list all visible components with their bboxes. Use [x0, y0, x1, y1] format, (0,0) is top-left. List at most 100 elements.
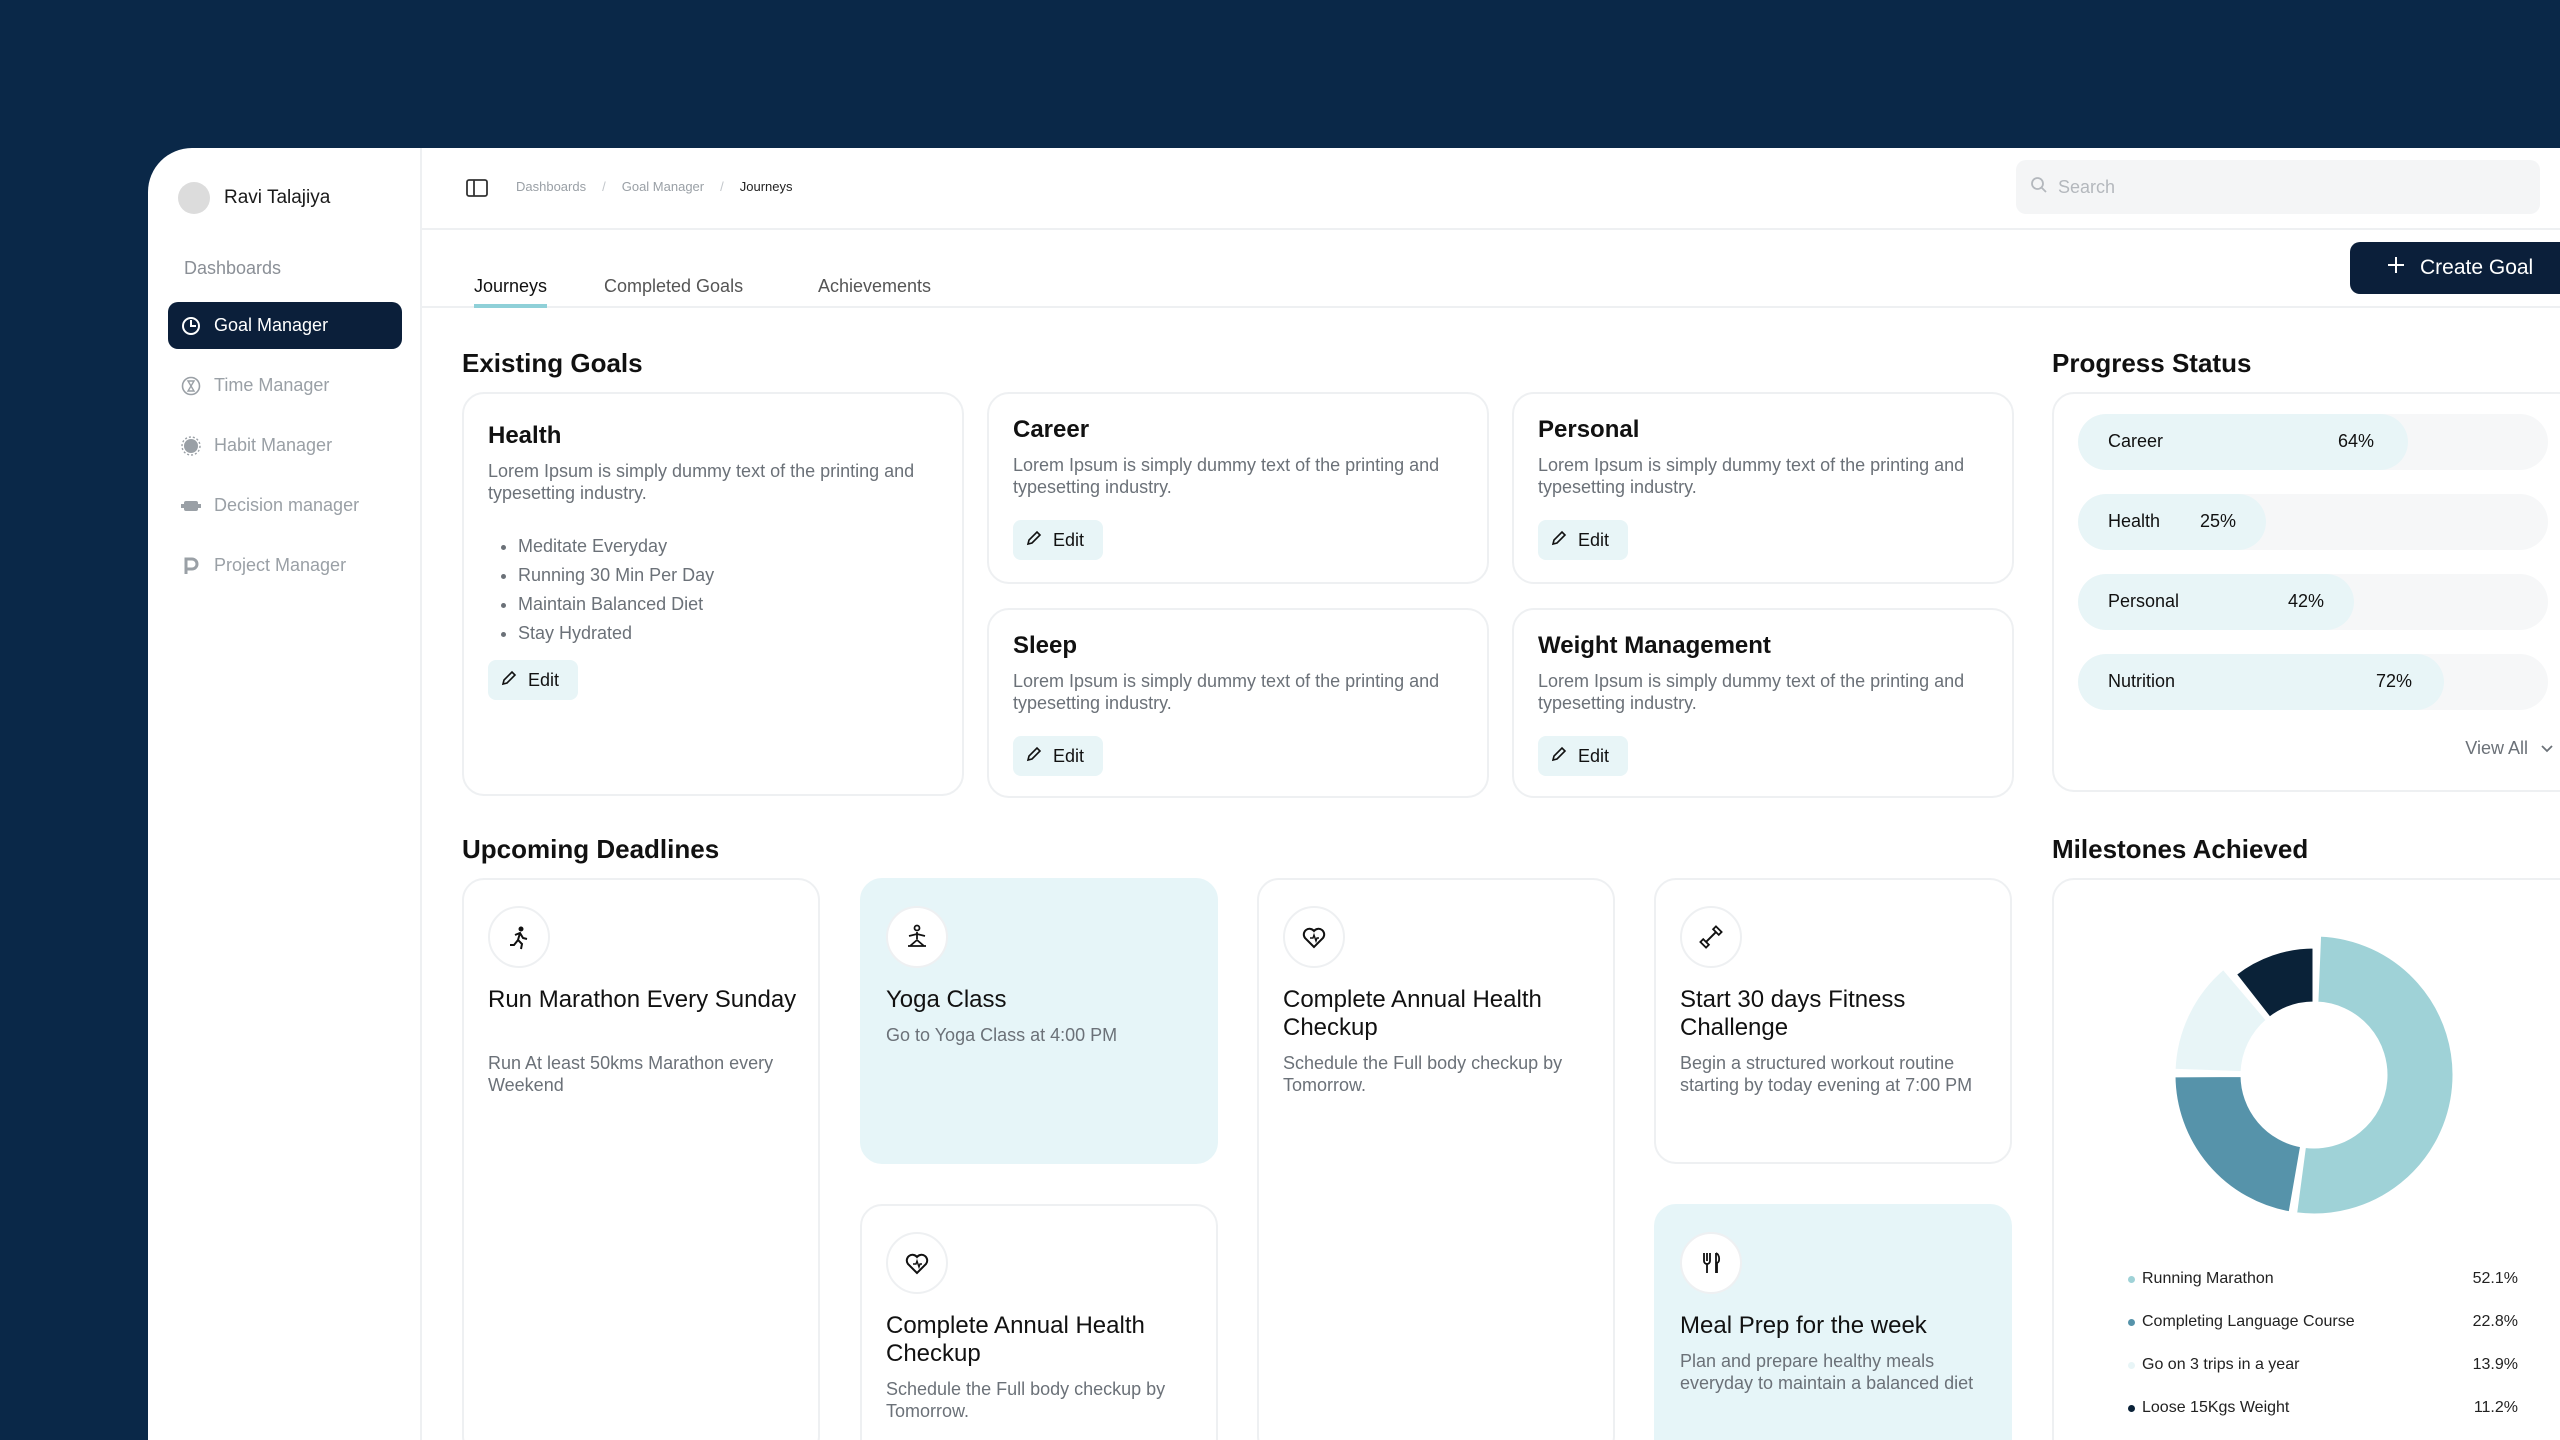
progress-percent: 25% — [2200, 511, 2237, 531]
deadline-card[interactable]: Meal Prep for the week Plan and prepare … — [1654, 1204, 2012, 1440]
goal-card-health: Health Lorem Ipsum is simply dummy text … — [462, 392, 964, 796]
goal-card-weight-management: Weight Management Lorem Ipsum is simply … — [1512, 608, 2014, 798]
sidebar-item-habit-manager[interactable]: Habit Manager — [168, 422, 402, 469]
legend-item: Completing Language Course 22.8% — [2128, 1313, 2518, 1333]
deadline-card[interactable]: Yoga Class Go to Yoga Class at 4:00 PM — [860, 878, 1218, 1164]
legend-value: 52.1% — [2472, 1270, 2518, 1287]
legend-value: 22.8% — [2472, 1313, 2518, 1330]
edit-label: Edit — [1578, 745, 1610, 766]
breadcrumb-item[interactable]: Goal Manager — [622, 179, 704, 194]
progress-label: Career — [2108, 431, 2164, 451]
progress-row: Career 64% — [2078, 414, 2548, 470]
progress-label: Health — [2108, 511, 2161, 531]
create-goal-button[interactable]: Create Goal — [2350, 242, 2560, 294]
legend-label: Loose 15Kgs Weight — [2142, 1399, 2290, 1416]
sidebar-item-decision-manager[interactable]: Decision manager — [168, 482, 402, 529]
list-item: Meditate Everyday — [518, 532, 714, 561]
progress-percent: 72% — [2376, 671, 2413, 691]
edit-button[interactable]: Edit — [1013, 736, 1103, 776]
user-profile[interactable]: Ravi Talajiya — [178, 182, 330, 214]
deadline-title: Run Marathon Every Sunday — [488, 986, 797, 1013]
heart-icon — [886, 1232, 948, 1294]
avatar[interactable] — [178, 182, 210, 214]
goal-card-title: Career — [1013, 416, 1090, 443]
goal-bullet-list: Meditate Everyday Running 30 Min Per Day… — [518, 532, 714, 648]
top-bar: Dashboards / Goal Manager / Journeys — [422, 148, 2560, 230]
edit-button[interactable]: Edit — [1538, 736, 1628, 776]
deadline-desc: Run At least 50kms Marathon every Weeken… — [488, 1053, 774, 1095]
sidebar-toggle-icon[interactable] — [466, 178, 488, 200]
sidebar-item-goal-manager[interactable]: Goal Manager — [168, 302, 402, 349]
tab-completed-goals[interactable]: Completed Goals — [604, 230, 743, 308]
progress-row: Health 25% — [2078, 494, 2548, 550]
goal-icon — [180, 315, 202, 337]
search-input[interactable] — [2058, 176, 2498, 198]
heart-icon — [1283, 906, 1345, 968]
sidebar-item-time-manager[interactable]: Time Manager — [168, 362, 402, 409]
progress-row: Personal 42% — [2078, 574, 2548, 630]
sidebar: Ravi Talajiya Dashboards Goal Manager Ti… — [148, 148, 422, 1440]
donut-slice-1[interactable] — [2172, 1073, 2304, 1215]
deadline-card[interactable]: Run Marathon Every Sunday Run At least 5… — [462, 878, 820, 1440]
upcoming-deadlines-heading: Upcoming Deadlines — [462, 834, 720, 864]
list-item: Maintain Balanced Diet — [518, 590, 714, 619]
legend-dot — [2128, 1362, 2135, 1369]
progress-status-card: Career 64% Health 25% Personal 42% Nutri… — [2052, 392, 2560, 792]
sidebar-item-label: Decision manager — [214, 495, 360, 515]
list-item: Stay Hydrated — [518, 619, 714, 648]
legend-label: Completing Language Course — [2142, 1313, 2355, 1330]
progress-row: Nutrition 72% — [2078, 654, 2548, 710]
tab-journeys[interactable]: Journeys — [474, 230, 548, 308]
legend-label: Go on 3 trips in a year — [2142, 1356, 2300, 1373]
goal-card-title: Weight Management — [1538, 632, 1771, 659]
utensils-icon — [1680, 1232, 1742, 1294]
deadline-desc: Plan and prepare healthy meals everyday … — [1680, 1351, 1974, 1393]
deadline-title: Yoga Class — [886, 986, 1007, 1013]
edit-button[interactable]: Edit — [488, 660, 578, 700]
deadline-desc: Schedule the Full body checkup by Tomorr… — [886, 1379, 1166, 1421]
sidebar-item-label: Project Manager — [214, 555, 347, 575]
pencil-icon — [1025, 529, 1043, 552]
deadline-desc: Begin a structured workout routine start… — [1680, 1053, 1973, 1095]
goal-card-desc: Lorem Ipsum is simply dummy text of the … — [1013, 455, 1440, 497]
search-box[interactable] — [2016, 160, 2540, 214]
breadcrumb-item[interactable]: Dashboards — [516, 179, 586, 194]
dumbbell-icon — [1680, 906, 1742, 968]
sidebar-item-label: Time Manager — [214, 375, 330, 395]
goal-card-desc: Lorem Ipsum is simply dummy text of the … — [1538, 455, 1965, 497]
tab-achievements[interactable]: Achievements — [818, 230, 931, 308]
progress-status-heading: Progress Status — [2052, 348, 2252, 378]
deadline-card[interactable]: Complete Annual Health Checkup Schedule … — [860, 1204, 1218, 1440]
view-all-label: View All — [2465, 738, 2528, 758]
yoga-icon — [886, 906, 948, 968]
goal-card-desc: Lorem Ipsum is simply dummy text of the … — [488, 461, 915, 503]
pencil-icon — [500, 669, 518, 692]
deadline-card[interactable]: Start 30 days Fitness Challenge Begin a … — [1654, 878, 2012, 1164]
progress-label: Nutrition — [2108, 671, 2176, 691]
deadline-desc: Go to Yoga Class at 4:00 PM — [886, 1025, 1118, 1045]
pencil-icon — [1550, 745, 1568, 768]
sidebar-item-project-manager[interactable]: Project Manager — [168, 542, 402, 589]
legend-value: 13.9% — [2472, 1356, 2518, 1373]
sidebar-item-label: Goal Manager — [214, 315, 329, 335]
goal-card-title: Personal — [1538, 416, 1640, 443]
edit-button[interactable]: Edit — [1013, 520, 1103, 560]
progress-percent: 64% — [2338, 431, 2375, 451]
search-icon — [2030, 176, 2048, 199]
edit-label: Edit — [1578, 529, 1610, 550]
donut-slice-0[interactable] — [2294, 933, 2456, 1217]
goal-card-title: Sleep — [1013, 632, 1078, 659]
goal-card-sleep: Sleep Lorem Ipsum is simply dummy text o… — [987, 608, 1489, 798]
sidebar-nav: Goal Manager Time Manager Habit Manager … — [168, 302, 402, 602]
tab-bar: Journeys Completed Goals Achievements — [422, 230, 2560, 308]
edit-button[interactable]: Edit — [1538, 520, 1628, 560]
view-all-button[interactable]: View All — [2465, 738, 2554, 759]
breadcrumb-current: Journeys — [739, 179, 793, 194]
legend-item: Running Marathon 52.1% — [2128, 1270, 2518, 1290]
progress-fill — [2078, 494, 2266, 550]
existing-goals-heading: Existing Goals — [462, 348, 643, 378]
legend-dot — [2128, 1405, 2135, 1412]
pencil-icon — [1550, 529, 1568, 552]
deadline-card[interactable]: Complete Annual Health Checkup Schedule … — [1257, 878, 1615, 1440]
edit-label: Edit — [528, 669, 560, 690]
